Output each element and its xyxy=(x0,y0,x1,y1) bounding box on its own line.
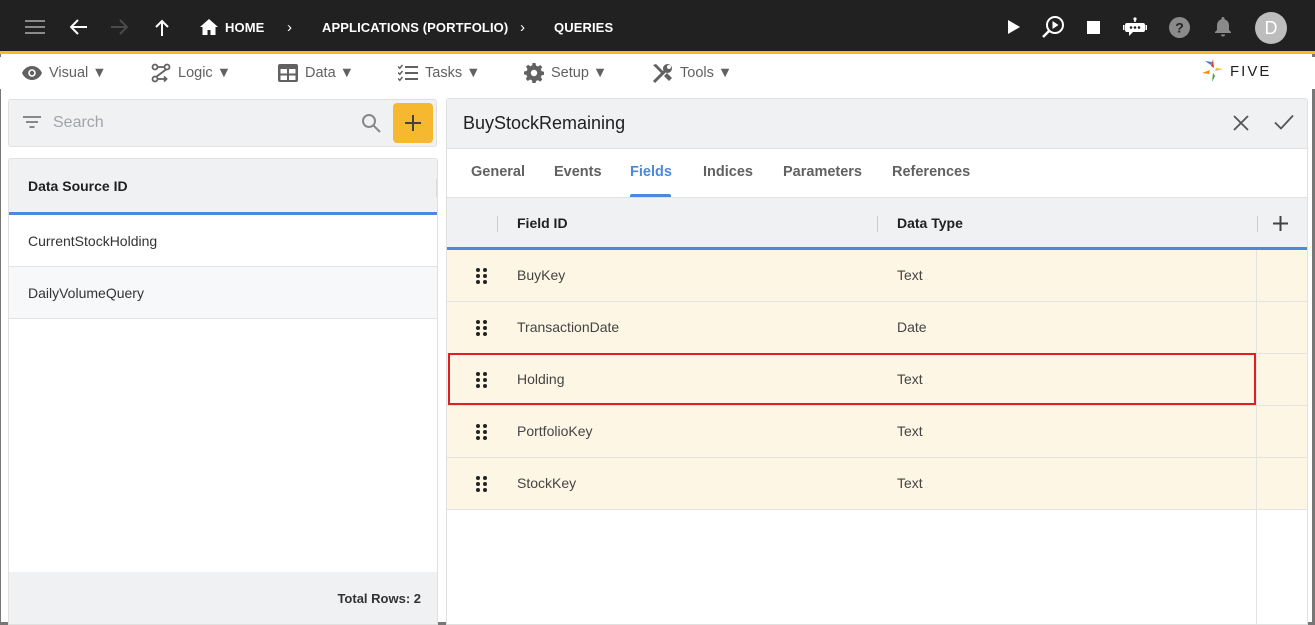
field-id-cell: StockKey xyxy=(517,475,577,491)
hamburger-menu-icon[interactable] xyxy=(22,0,48,54)
highlight-box xyxy=(448,353,1256,405)
menu-setup[interactable]: Setup ▼ xyxy=(524,57,607,89)
list-item-label: CurrentStockHolding xyxy=(28,232,158,249)
column-divider xyxy=(1257,216,1258,232)
filter-icon[interactable] xyxy=(22,114,42,135)
breadcrumb-queries[interactable]: QUERIES xyxy=(554,0,613,54)
total-rows: Total Rows: 2 xyxy=(9,572,437,624)
table-row[interactable]: BuyKey Text xyxy=(447,250,1307,302)
table-icon xyxy=(278,64,298,82)
drag-handle-icon[interactable] xyxy=(476,476,487,497)
tab-bar: General Events Fields Indices Parameters… xyxy=(447,149,1307,198)
data-source-list: Data Source ID CurrentStockHolding Daily… xyxy=(8,158,438,625)
menu-data[interactable]: Data ▼ xyxy=(278,57,354,89)
avatar[interactable]: D xyxy=(1255,12,1287,44)
menu-logic[interactable]: Logic ▼ xyxy=(151,57,231,89)
table-row-highlighted[interactable]: Holding Text xyxy=(447,353,1307,406)
menu-tools[interactable]: Tools ▼ xyxy=(652,57,732,89)
home-icon[interactable] xyxy=(199,0,219,54)
detail-header: BuyStockRemaining xyxy=(447,99,1307,149)
drag-handle-icon[interactable] xyxy=(476,424,487,445)
table-row[interactable]: TransactionDate Date xyxy=(447,302,1307,354)
data-type-cell: Text xyxy=(897,371,923,387)
data-type-cell: Text xyxy=(897,423,923,439)
chat-bot-icon[interactable] xyxy=(1122,0,1148,54)
table-row[interactable]: StockKey Text xyxy=(447,458,1307,510)
data-type-cell: Text xyxy=(897,475,923,491)
list-item[interactable]: CurrentStockHolding xyxy=(9,215,437,267)
eye-icon xyxy=(22,66,42,80)
breadcrumb-home[interactable]: HOME xyxy=(225,0,264,54)
table-row[interactable]: PortfolioKey Text xyxy=(447,406,1307,458)
gear-icon xyxy=(524,63,544,83)
five-logo-text: FIVE xyxy=(1230,62,1272,80)
tab-general[interactable]: General xyxy=(471,164,525,180)
column-divider xyxy=(497,216,498,232)
help-circle-icon[interactable]: ? xyxy=(1168,0,1190,54)
drag-handle-icon[interactable] xyxy=(476,320,487,341)
field-id-cell: PortfolioKey xyxy=(517,423,593,439)
tab-references[interactable]: References xyxy=(892,164,970,180)
list-header[interactable]: Data Source ID xyxy=(9,159,437,215)
app-bar: HOME › APPLICATIONS (PORTFOLIO) › QUERIE… xyxy=(0,0,1315,54)
five-logo-icon xyxy=(1202,59,1223,82)
column-header-data-source-id: Data Source ID xyxy=(28,177,128,194)
page-title: BuyStockRemaining xyxy=(463,113,626,133)
tools-icon xyxy=(652,63,673,84)
bell-icon[interactable] xyxy=(1213,0,1233,54)
active-tab-indicator xyxy=(630,194,671,197)
check-icon[interactable] xyxy=(1274,114,1294,135)
data-type-cell: Date xyxy=(897,319,927,335)
field-id-cell: BuyKey xyxy=(517,267,566,283)
field-id-cell: Holding xyxy=(517,371,565,387)
column-header-data-type[interactable]: Data Type xyxy=(897,215,963,231)
stop-icon[interactable] xyxy=(1085,0,1101,54)
arrow-right-icon[interactable] xyxy=(107,0,131,54)
query-detail-panel: BuyStockRemaining General Events Fields … xyxy=(446,98,1308,625)
menu-visual[interactable]: Visual ▼ xyxy=(22,57,107,89)
chevron-right-icon: › xyxy=(287,18,292,36)
menu-data-label: Data ▼ xyxy=(305,65,355,81)
tab-fields[interactable]: Fields xyxy=(630,164,672,180)
close-icon[interactable] xyxy=(1232,114,1250,137)
breadcrumb-applications[interactable]: APPLICATIONS (PORTFOLIO) xyxy=(322,0,508,54)
five-logo: FIVE xyxy=(1202,57,1271,85)
drag-handle-icon[interactable] xyxy=(476,372,487,393)
menu-visual-label: Visual ▼ xyxy=(49,65,107,81)
svg-text:?: ? xyxy=(1175,19,1184,35)
menu-logic-label: Logic ▼ xyxy=(178,65,232,81)
add-button[interactable] xyxy=(393,103,433,143)
tab-parameters[interactable]: Parameters xyxy=(783,164,862,180)
menu-tools-label: Tools ▼ xyxy=(680,65,733,81)
flow-icon xyxy=(151,63,171,83)
data-type-cell: Text xyxy=(897,267,923,283)
action-column-divider xyxy=(1256,250,1257,624)
chevron-right-icon: › xyxy=(520,18,525,36)
arrow-left-icon[interactable] xyxy=(67,0,91,54)
arrow-up-icon[interactable] xyxy=(152,0,172,54)
menu-tasks[interactable]: Tasks ▼ xyxy=(398,57,480,89)
menu-setup-label: Setup ▼ xyxy=(551,65,608,81)
play-icon[interactable] xyxy=(1004,0,1024,54)
debug-search-play-icon[interactable] xyxy=(1040,0,1066,54)
plus-icon xyxy=(1273,216,1288,231)
add-field-button[interactable] xyxy=(1273,216,1288,236)
plus-icon xyxy=(405,115,421,131)
fields-grid-header: Field ID Data Type xyxy=(447,198,1307,250)
search-icon[interactable] xyxy=(361,113,381,138)
column-header-field-id[interactable]: Field ID xyxy=(517,215,568,231)
column-divider xyxy=(877,216,878,232)
column-divider xyxy=(436,179,437,197)
menu-bar: Visual ▼ Logic ▼ Data ▼ Tasks ▼ Setup ▼ … xyxy=(0,57,1315,89)
tab-indices[interactable]: Indices xyxy=(703,164,753,180)
menu-tasks-label: Tasks ▼ xyxy=(425,65,481,81)
tab-events[interactable]: Events xyxy=(554,164,602,180)
checklist-icon xyxy=(398,64,418,82)
list-item[interactable]: DailyVolumeQuery xyxy=(9,267,437,319)
search-input[interactable]: Search xyxy=(53,114,104,132)
list-item-label: DailyVolumeQuery xyxy=(28,284,144,301)
search-bar: Search xyxy=(8,99,437,147)
drag-handle-icon[interactable] xyxy=(476,268,487,289)
field-id-cell: TransactionDate xyxy=(517,319,620,335)
